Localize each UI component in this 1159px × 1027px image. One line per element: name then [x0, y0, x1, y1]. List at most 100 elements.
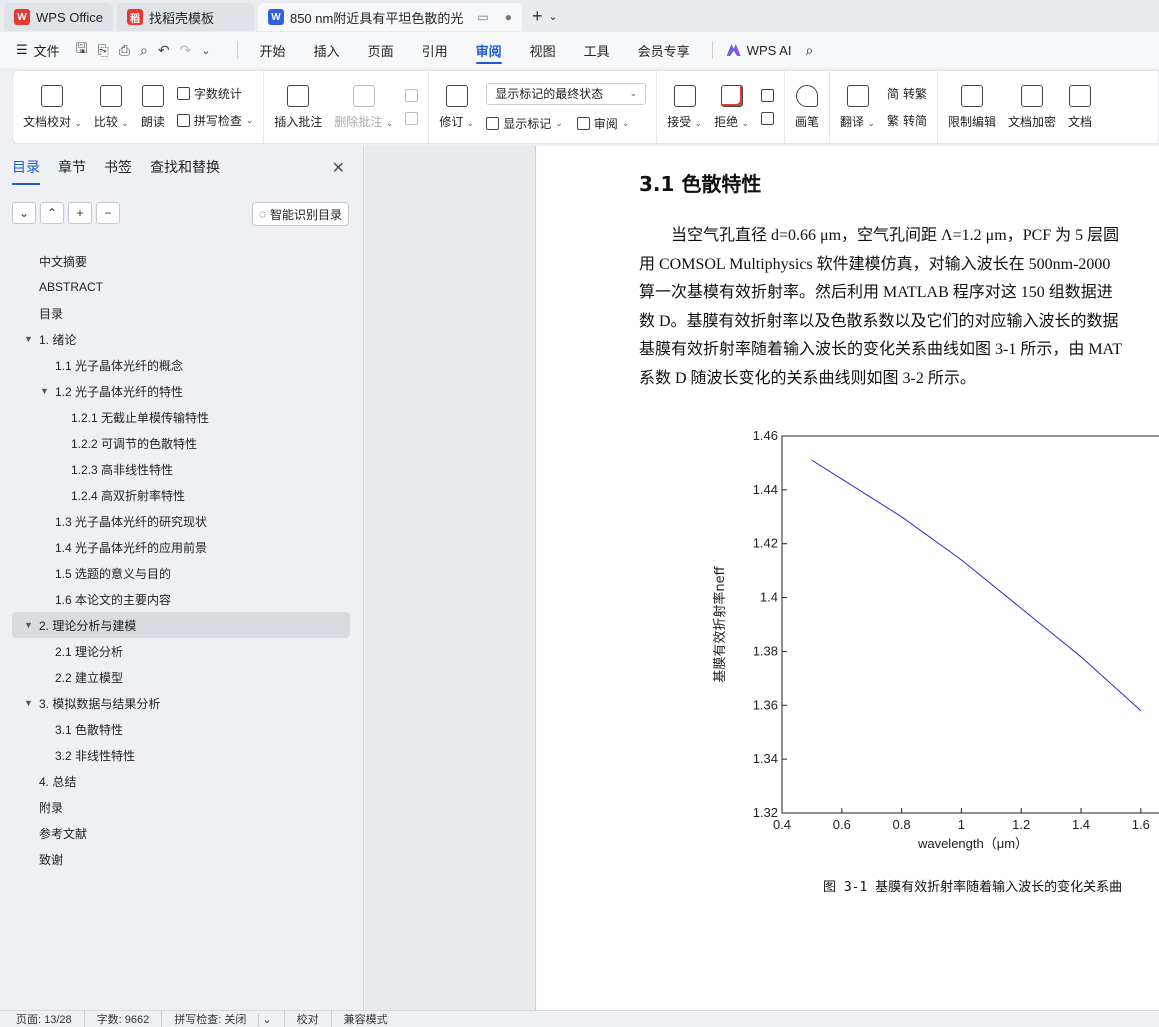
monitor-icon[interactable]: ▭ — [477, 10, 488, 24]
remove-heading-icon[interactable]: − — [96, 202, 120, 224]
toc-item[interactable]: 2.1 理论分析 — [0, 638, 363, 664]
word-count-indicator[interactable]: 字数: 9662 — [85, 1011, 163, 1027]
toc-item-label: 1.2.2 可调节的色散特性 — [71, 436, 198, 451]
collapse-up-icon[interactable]: ⌃ — [40, 202, 64, 224]
toc-item[interactable]: 附录 — [0, 794, 363, 820]
reject-button[interactable]: 拒绝 ⌄ — [708, 71, 755, 143]
undo-icon[interactable]: ↶ — [158, 42, 170, 59]
toc-expand-arrow-icon[interactable]: ▼ — [40, 386, 49, 396]
menu-member[interactable]: 会员专享 — [624, 32, 704, 68]
new-tab-plus-icon[interactable]: + — [532, 6, 543, 27]
spell-check-button[interactable]: 拼写检查 ⌄ — [176, 112, 253, 129]
read-aloud-button[interactable]: 朗读 — [135, 71, 171, 143]
toc-item[interactable]: ABSTRACT — [0, 274, 363, 300]
insert-comment-icon — [287, 84, 310, 107]
toc-expand-arrow-icon[interactable]: ▼ — [24, 334, 33, 344]
file-menu-button[interactable]: ☰ 文件 — [16, 41, 60, 60]
toc-item[interactable]: 1.5 选题的意义与目的 — [0, 560, 363, 586]
prev-change-button[interactable] — [761, 89, 775, 102]
tab-document[interactable]: W 850 nm附近具有平坦色散的光 ▭ ● — [257, 3, 522, 31]
toc-item[interactable]: 中文摘要 — [0, 248, 363, 274]
compare-button[interactable]: 比较 ⌄ — [88, 71, 135, 143]
toc-item[interactable]: 1.3 光子晶体光纤的研究现状 — [0, 508, 363, 534]
toc-expand-arrow-icon[interactable]: ▼ — [24, 620, 33, 630]
toc-item[interactable]: 1.6 本论文的主要内容 — [0, 586, 363, 612]
tab-dropdown-icon[interactable]: ⌄ — [548, 10, 557, 23]
toc-item[interactable]: 3.1 色散特性 — [0, 716, 363, 742]
review-pane-button[interactable]: 审阅 ⌄ — [576, 115, 629, 132]
encrypt-button[interactable]: 文档加密 — [1002, 71, 1062, 143]
menu-insert[interactable]: 插入 — [300, 32, 354, 68]
wps-ai-button[interactable]: WPS AI — [726, 43, 791, 58]
y-tick-label: 1.42 — [753, 536, 778, 551]
expand-down-icon[interactable]: ⌄ — [12, 202, 36, 224]
revise-button[interactable]: 修订 ⌄ — [433, 71, 480, 143]
tab-label: 找稻壳模板 — [148, 10, 214, 26]
tab-dot-icon[interactable]: ● — [505, 10, 512, 24]
add-heading-icon[interactable]: + — [68, 202, 92, 224]
to-traditional-button[interactable]: 简 转繁 — [887, 85, 927, 102]
toc-item[interactable]: ▼ 1.2 光子晶体光纤的特性 — [0, 378, 363, 404]
search-icon[interactable]: ⌕ — [805, 42, 813, 59]
accept-button[interactable]: 接受 ⌄ — [661, 71, 708, 143]
markup-state-select[interactable]: 显示标记的最终状态 ⌄ — [486, 82, 647, 105]
menu-references[interactable]: 引用 — [408, 32, 462, 68]
menu-bar: ☰ 文件 🖫 ⎘ ⎙ ⌕ ↶ ↷ ⌄ 开始 插入 页面 引用 审阅 视图 工具 … — [0, 32, 1159, 68]
spell-check-indicator[interactable]: 拼写检查: 关闭 ⌄ — [162, 1011, 285, 1027]
menu-view[interactable]: 视图 — [516, 32, 570, 68]
toc-item[interactable]: 致谢 — [0, 846, 363, 872]
toc-expand-arrow-icon[interactable]: ▼ — [24, 698, 33, 708]
doc-check-button[interactable]: 文档校对 ⌄ — [17, 71, 88, 143]
menu-home[interactable]: 开始 — [246, 32, 300, 68]
toc-item-label: 2.2 建立模型 — [55, 670, 124, 685]
save-icon[interactable]: 🖫 — [76, 38, 88, 62]
toc-item[interactable]: ▼ 1. 绪论 — [0, 326, 363, 352]
translate-button[interactable]: 翻译 ⌄ — [834, 71, 881, 143]
menu-page[interactable]: 页面 — [354, 32, 408, 68]
delete-comment-button[interactable]: 删除批注 ⌄ — [328, 71, 399, 143]
page-indicator[interactable]: 页面: 13/28 — [16, 1011, 85, 1027]
proof-indicator[interactable]: 校对 — [285, 1011, 332, 1027]
print-preview-icon[interactable]: ⌕ — [140, 42, 148, 59]
toc-item[interactable]: 1.2.1 无截止单模传输特性 — [0, 404, 363, 430]
x-tick-label: 0.4 — [773, 817, 791, 832]
toc-item[interactable]: 1.2.4 高双折射率特性 — [0, 482, 363, 508]
toc-item[interactable]: 目录 — [0, 300, 363, 326]
tab-docer-templates[interactable]: 稻 找稻壳模板 — [116, 3, 254, 31]
toc-item[interactable]: 4. 总结 — [0, 768, 363, 794]
toc-item[interactable]: 3.2 非线性特性 — [0, 742, 363, 768]
tab-wps-office[interactable]: W WPS Office — [4, 3, 113, 31]
toc-item[interactable]: 1.4 光子晶体光纤的应用前景 — [0, 534, 363, 560]
change-nav-stack — [755, 71, 780, 143]
insert-comment-button[interactable]: 插入批注 — [268, 71, 328, 143]
prev-comment-button[interactable] — [405, 89, 419, 102]
toc-item[interactable]: 1.2.3 高非线性特性 — [0, 456, 363, 482]
word-count-button[interactable]: 字数统计 — [176, 85, 254, 102]
doc-more-button[interactable]: 文档 — [1062, 71, 1098, 143]
toc-item[interactable]: ▼ 3. 模拟数据与结果分析 — [0, 690, 363, 716]
tab-sections[interactable]: 章节 — [58, 157, 86, 181]
restrict-edit-button[interactable]: 限制编辑 — [942, 71, 1002, 143]
tab-toc[interactable]: 目录 — [12, 157, 40, 185]
menu-tools[interactable]: 工具 — [570, 32, 624, 68]
close-icon[interactable]: ✕ — [332, 158, 345, 178]
more-dropdown-icon[interactable]: ⌄ — [201, 44, 210, 57]
toc-item[interactable]: 1.2.2 可调节的色散特性 — [0, 430, 363, 456]
toc-item[interactable]: ▼ 2. 理论分析与建模 — [12, 612, 350, 638]
redo-icon[interactable]: ↷ — [180, 42, 192, 59]
toc-item-label: 目录 — [39, 306, 64, 321]
print-icon[interactable]: ⎙ — [119, 42, 130, 59]
tab-bookmarks[interactable]: 书签 — [104, 157, 132, 181]
toc-item[interactable]: 1.1 光子晶体光纤的概念 — [0, 352, 363, 378]
export-icon[interactable]: ⎘ — [98, 42, 109, 59]
next-change-button[interactable] — [761, 112, 775, 125]
pen-button[interactable]: 画笔 — [789, 71, 825, 143]
show-markup-button[interactable]: 显示标记 ⌄ — [486, 115, 563, 132]
tab-find-replace[interactable]: 查找和替换 — [150, 157, 220, 181]
smart-toc-button[interactable]: ◌ 智能识别目录 — [251, 202, 349, 226]
to-simplified-button[interactable]: 繁 转简 — [887, 112, 927, 129]
menu-review[interactable]: 审阅 — [462, 32, 516, 68]
toc-item[interactable]: 2.2 建立模型 — [0, 664, 363, 690]
next-comment-button[interactable] — [405, 112, 419, 125]
toc-item[interactable]: 参考文献 — [0, 820, 363, 846]
